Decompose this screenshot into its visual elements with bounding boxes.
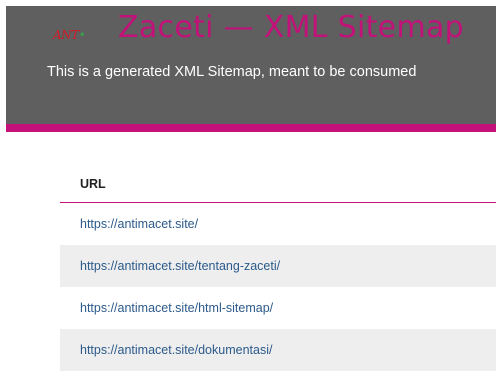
url-link[interactable]: https://antimacet.site/tentang-zaceti/ [80, 259, 280, 273]
logo-dot: • [78, 28, 86, 42]
table-row: https://antimacet.site/ [60, 203, 496, 245]
sitemap-table: URL https://antimacet.site/ https://anti… [60, 166, 496, 371]
table-row: https://antimacet.site/html-sitemap/ [60, 287, 496, 329]
page-title: Zaceti — XML Sitemap [118, 10, 464, 45]
url-link[interactable]: https://antimacet.site/ [80, 217, 198, 231]
logo-text: ANT [53, 28, 79, 42]
column-header-url: URL [60, 166, 496, 203]
url-link[interactable]: https://antimacet.site/html-sitemap/ [80, 301, 273, 315]
table-row: https://antimacet.site/dokumentasi/ [60, 329, 496, 371]
page-description: This is a generated XML Sitemap, meant t… [47, 64, 417, 80]
header-accent-bar [6, 124, 496, 132]
url-link[interactable]: https://antimacet.site/dokumentasi/ [80, 343, 272, 357]
site-logo: ANT• [53, 28, 86, 42]
table-row: https://antimacet.site/tentang-zaceti/ [60, 245, 496, 287]
